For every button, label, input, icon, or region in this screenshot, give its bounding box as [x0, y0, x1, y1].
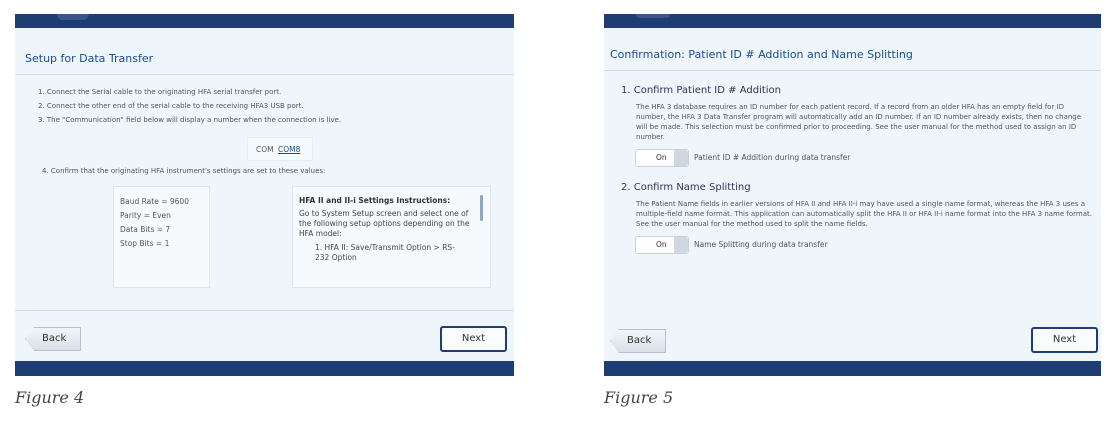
section-2-text: The Patient Name fields in earlier versi…	[636, 200, 1092, 228]
section-1-text: The HFA 3 database requires an ID number…	[636, 103, 1082, 141]
com-label: COM	[256, 145, 274, 154]
page-title: Confirmation: Patient ID # Addition and …	[610, 48, 913, 61]
toggle-knob	[674, 237, 688, 253]
next-label: Next	[461, 333, 486, 344]
step-1: 1. Connect the Serial cable to the origi…	[38, 88, 282, 96]
back-label: Back	[627, 335, 652, 346]
toggle-state: On	[656, 153, 667, 162]
figure4-screenshot: Setup for Data Transfer 1. Connect the S…	[15, 14, 514, 376]
toggle-state: On	[656, 240, 667, 249]
divider	[15, 74, 514, 75]
step-3: 3. The "Communication" field below will …	[38, 116, 342, 124]
setting-parity: Parity = Even	[120, 211, 171, 220]
back-button[interactable]: Back	[610, 329, 666, 353]
logo	[57, 14, 89, 20]
setting-stop-bits: Stop Bits = 1	[120, 239, 170, 248]
page-title: Setup for Data Transfer	[25, 52, 154, 65]
header-bar	[15, 14, 514, 28]
back-button[interactable]: Back	[25, 327, 81, 351]
back-label: Back	[42, 333, 67, 344]
step-4: 4. Confirm that the originating HFA inst…	[42, 167, 326, 175]
setting-data-bits: Data Bits = 7	[120, 225, 171, 234]
footer-bar	[15, 361, 514, 376]
name-splitting-toggle-label: Name Splitting during data transfer	[694, 240, 828, 249]
setting-baud-rate: Baud Rate = 9600	[120, 197, 189, 206]
instructions-scrollbar[interactable]	[480, 195, 483, 221]
patient-id-toggle-label: Patient ID # Addition during data transf…	[694, 153, 851, 162]
logo	[636, 14, 670, 18]
toggle-knob	[674, 150, 688, 166]
next-button[interactable]: Next	[440, 326, 507, 352]
header-bar	[604, 14, 1101, 28]
section-1-heading: 1. Confirm Patient ID # Addition	[621, 85, 781, 96]
section-2-heading: 2. Confirm Name Splitting	[621, 182, 751, 193]
communication-field: COM COM8	[247, 137, 313, 161]
footer-bar	[604, 361, 1101, 376]
com-port-link[interactable]: COM8	[278, 145, 300, 154]
figure-5-caption: Figure 5	[604, 388, 674, 407]
next-button[interactable]: Next	[1031, 327, 1098, 353]
divider	[604, 70, 1101, 71]
name-splitting-toggle[interactable]: On	[635, 236, 689, 254]
next-label: Next	[1052, 334, 1077, 345]
instructions-option: 1. HFA II: Save/Transmit Option > RS-232…	[315, 243, 455, 262]
step-2: 2. Connect the other end of the serial c…	[38, 102, 304, 110]
patient-id-toggle[interactable]: On	[635, 149, 689, 167]
divider	[15, 310, 514, 311]
figure-4-caption: Figure 4	[15, 388, 85, 407]
instructions-title: HFA II and II-i Settings Instructions:	[299, 196, 451, 205]
instructions-text: Go to System Setup screen and select one…	[299, 209, 470, 238]
instructions-panel[interactable]: HFA II and II-i Settings Instructions: G…	[292, 186, 491, 288]
figure5-screenshot: Confirmation: Patient ID # Addition and …	[604, 14, 1101, 376]
settings-values-panel: Baud Rate = 9600 Parity = Even Data Bits…	[113, 186, 210, 288]
